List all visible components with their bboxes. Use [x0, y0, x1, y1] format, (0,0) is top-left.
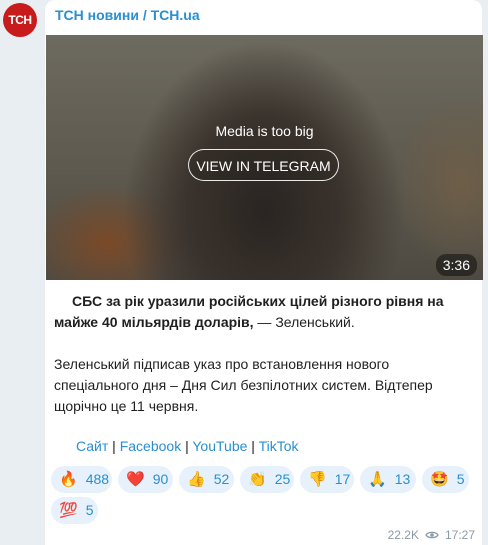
- reaction-clap[interactable]: 👏 25: [240, 466, 294, 493]
- facebook-link[interactable]: Facebook: [120, 438, 181, 454]
- channel-avatar[interactable]: ТСН: [3, 3, 37, 37]
- thumbs-up-icon: 👍: [187, 471, 206, 488]
- link-separator: |: [108, 438, 120, 454]
- thumbs-down-icon: 👎: [308, 471, 327, 488]
- reaction-thumbs-down[interactable]: 👎 17: [300, 466, 354, 493]
- post-text: СБС за рік уразили російських цілей різн…: [54, 291, 474, 417]
- site-link[interactable]: Сайт: [76, 438, 108, 454]
- message-bubble: ТСН новини / TCH.ua Media is too big VIE…: [45, 0, 483, 545]
- post-paragraph: Зеленський підписав указ про встановленн…: [54, 356, 433, 414]
- video-duration: 3:36: [435, 254, 477, 276]
- reaction-pray[interactable]: 🙏 13: [360, 466, 416, 493]
- view-in-telegram-button[interactable]: VIEW IN TELEGRAM: [188, 149, 339, 181]
- reaction-fire[interactable]: 🔥 488: [51, 466, 112, 493]
- reaction-count: 5: [456, 471, 465, 487]
- post-lead-bold: СБС за рік уразили російських цілей різн…: [54, 293, 444, 330]
- youtube-link[interactable]: YouTube: [192, 438, 247, 454]
- star-struck-icon: 🤩: [430, 471, 449, 488]
- reaction-thumbs-up[interactable]: 👍 52: [179, 466, 234, 493]
- hundred-points-icon: 💯: [59, 502, 78, 519]
- reaction-star-struck[interactable]: 🤩 5: [422, 466, 469, 493]
- reaction-count: 13: [394, 471, 411, 487]
- channel-name[interactable]: ТСН новини / TCH.ua: [55, 7, 200, 23]
- message-time: 17:27: [444, 528, 475, 542]
- reaction-count: 488: [85, 471, 110, 487]
- reaction-hundred[interactable]: 💯 5: [51, 497, 98, 524]
- reaction-count: 25: [274, 471, 291, 487]
- social-links: Сайт | Facebook | YouTube | TikTok: [76, 438, 299, 454]
- reaction-count: 17: [334, 471, 351, 487]
- link-separator: |: [181, 438, 193, 454]
- tiktok-link[interactable]: TikTok: [259, 438, 299, 454]
- media-too-big-message: Media is too big: [215, 123, 314, 139]
- post-lead-rest: — Зеленський.: [253, 314, 355, 330]
- reaction-count: 5: [85, 502, 94, 518]
- folded-hands-icon: 🙏: [368, 471, 387, 488]
- video-preview[interactable]: Media is too big VIEW IN TELEGRAM 3:36: [46, 35, 483, 280]
- reaction-count: 90: [152, 471, 169, 487]
- link-separator: |: [247, 438, 259, 454]
- message-meta: 22.2K 17:27: [388, 528, 475, 542]
- reaction-count: 52: [213, 471, 230, 487]
- views-count: 22.2K: [387, 528, 419, 542]
- fire-icon: 🔥: [59, 471, 78, 488]
- post-lead: СБС за рік уразили російських цілей різн…: [54, 291, 474, 333]
- red-heart-icon: ❤️: [126, 471, 145, 488]
- clapping-hands-icon: 👏: [248, 471, 267, 488]
- eye-icon: [425, 531, 439, 539]
- reaction-heart[interactable]: ❤️ 90: [118, 466, 173, 493]
